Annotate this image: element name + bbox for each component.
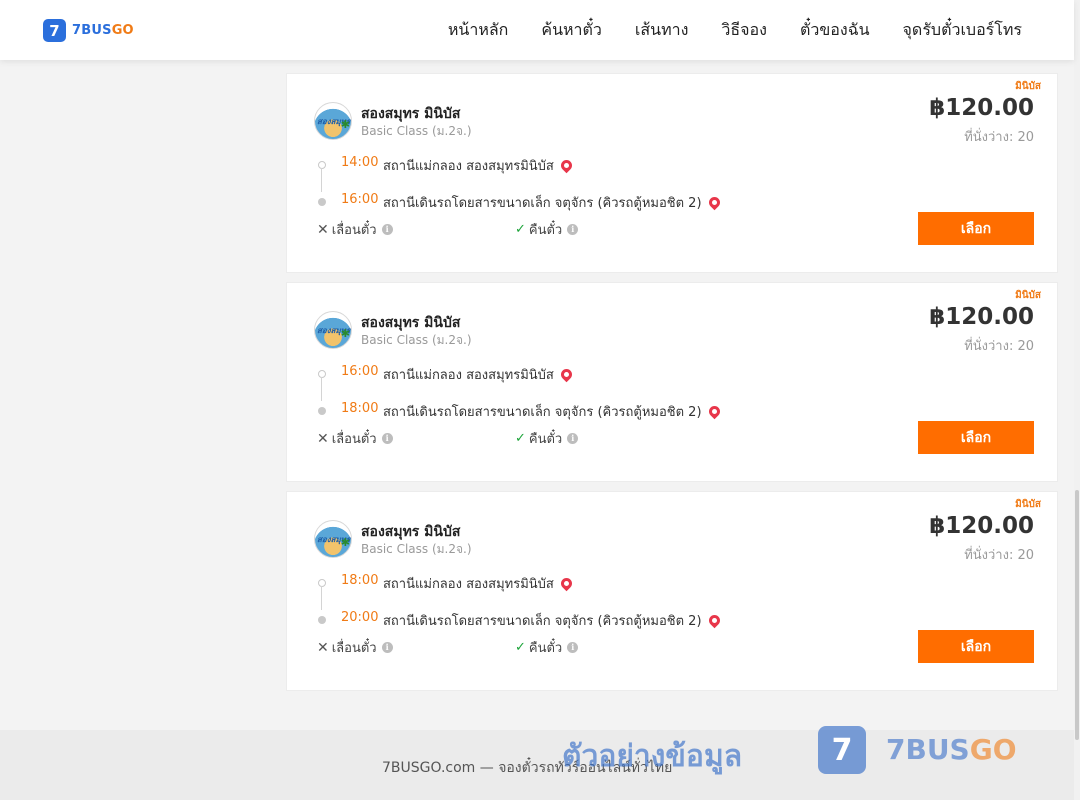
trip-card: มินิบัส สองสมุทร ✱ สองสมุทร มินิบัส Basic… [286,73,1058,273]
change-policy: ✕ เลื่อนตั๋ว i [317,428,393,449]
map-pin-icon[interactable] [558,366,575,383]
nav-ticket-pickup-phone[interactable]: จุดรับตั๋วเบอร์โทร [903,18,1022,43]
check-icon: ✓ [515,222,526,237]
select-trip-button[interactable]: เลือก [918,630,1034,663]
palm-icon: ✱ [340,118,350,131]
logo-text: 7BUSGO [72,23,134,38]
refund-policy: ✓ คืนตั๋ว i [515,637,579,658]
nav-my-tickets[interactable]: ตั๋วของฉัน [800,18,870,43]
trip-card: มินิบัส สองสมุทร ✱ สองสมุทร มินิบัส Basic… [286,491,1058,691]
map-pin-icon[interactable] [706,194,722,211]
map-pin-icon[interactable] [558,157,575,174]
check-icon: ✓ [515,431,526,446]
arrival-station: สถานีเดินรถโดยสารขนาดเล็ก จตุจักร (คิวรถ… [383,405,702,420]
select-trip-button[interactable]: เลือก [918,421,1034,454]
info-icon[interactable]: i [381,224,393,235]
arrival-time: 16:00 [341,192,379,207]
watermark-brand: 7BUSGO [886,733,1017,766]
info-icon[interactable]: i [567,433,579,444]
select-trip-button[interactable]: เลือก [918,212,1034,245]
arrival-time: 18:00 [341,401,379,416]
service-class: Basic Class (ม.2จ.) [361,333,472,347]
operator-logo: สองสมุทร ✱ [314,102,352,140]
nav-home[interactable]: หน้าหลัก [448,18,509,43]
ticket-price: ฿120.00 [929,513,1034,539]
trip-list: มินิบัส สองสมุทร ✱ สองสมุทร มินิบัส Basic… [286,73,1058,700]
departure-time: 18:00 [341,573,379,588]
map-pin-icon[interactable] [558,575,575,592]
palm-icon: ✱ [340,327,350,340]
departure-dot-icon [318,370,326,378]
departure-dot-icon [318,161,326,169]
scrollbar-thumb[interactable] [1075,490,1079,740]
vehicle-type-tag: มินิบัส [1015,81,1041,92]
trip-card: มินิบัส สองสมุทร ✱ สองสมุทร มินิบัส Basic… [286,282,1058,482]
arrival-dot-icon [318,407,326,415]
info-icon[interactable]: i [567,224,579,235]
arrival-dot-icon [318,616,326,624]
departure-station: สถานีแม่กลอง สองสมุทรมินิบัส [383,159,554,174]
departure-dot-icon [318,579,326,587]
operator-logo: สองสมุทร ✱ [314,311,352,349]
arrival-station: สถานีเดินรถโดยสารขนาดเล็ก จตุจักร (คิวรถ… [383,196,702,211]
map-pin-icon[interactable] [706,403,722,420]
watermark-logo-icon: 7 [818,726,866,774]
ticket-price: ฿120.00 [929,95,1034,121]
nav-search-tickets[interactable]: ค้นหาตั๋ว [541,18,602,43]
seats-available: ที่นั่งว่าง: 20 [964,130,1034,145]
cross-icon: ✕ [317,221,329,238]
departure-station: สถานีแม่กลอง สองสมุทรมินิบัส [383,368,554,383]
check-icon: ✓ [515,640,526,655]
arrival-station: สถานีเดินรถโดยสารขนาดเล็ก จตุจักร (คิวรถ… [383,614,702,629]
nav-routes[interactable]: เส้นทาง [635,18,689,43]
info-icon[interactable]: i [381,433,393,444]
departure-time: 16:00 [341,364,379,379]
top-navigation-bar: 7 7BUSGO หน้าหลัก ค้นหาตั๋ว เส้นทาง วิธี… [0,0,1074,60]
map-pin-icon[interactable] [706,612,722,629]
nav-how-to-book[interactable]: วิธีจอง [721,18,767,43]
change-policy: ✕ เลื่อนตั๋ว i [317,637,393,658]
departure-station: สถานีแม่กลอง สองสมุทรมินิบัส [383,577,554,592]
cross-icon: ✕ [317,639,329,656]
change-policy: ✕ เลื่อนตั๋ว i [317,219,393,240]
arrival-time: 20:00 [341,610,379,625]
service-class: Basic Class (ม.2จ.) [361,124,472,138]
service-class: Basic Class (ม.2จ.) [361,542,472,556]
vehicle-type-tag: มินิบัส [1015,290,1041,301]
refund-policy: ✓ คืนตั๋ว i [515,219,579,240]
info-icon[interactable]: i [567,642,579,653]
cross-icon: ✕ [317,430,329,447]
operator-logo: สองสมุทร ✱ [314,520,352,558]
logo-badge-icon: 7 [43,19,66,42]
ticket-price: ฿120.00 [929,304,1034,330]
site-logo[interactable]: 7 7BUSGO [43,19,134,42]
departure-time: 14:00 [341,155,379,170]
arrival-dot-icon [318,198,326,206]
info-icon[interactable]: i [381,642,393,653]
vehicle-type-tag: มินิบัส [1015,499,1041,510]
seats-available: ที่นั่งว่าง: 20 [964,548,1034,563]
seats-available: ที่นั่งว่าง: 20 [964,339,1034,354]
watermark-text: ตัวอย่างข้อมูล [562,739,743,774]
scrollbar[interactable] [1074,0,1080,800]
main-nav: หน้าหลัก ค้นหาตั๋ว เส้นทาง วิธีจอง ตั๋วข… [448,18,1022,43]
refund-policy: ✓ คืนตั๋ว i [515,428,579,449]
palm-icon: ✱ [340,536,350,549]
